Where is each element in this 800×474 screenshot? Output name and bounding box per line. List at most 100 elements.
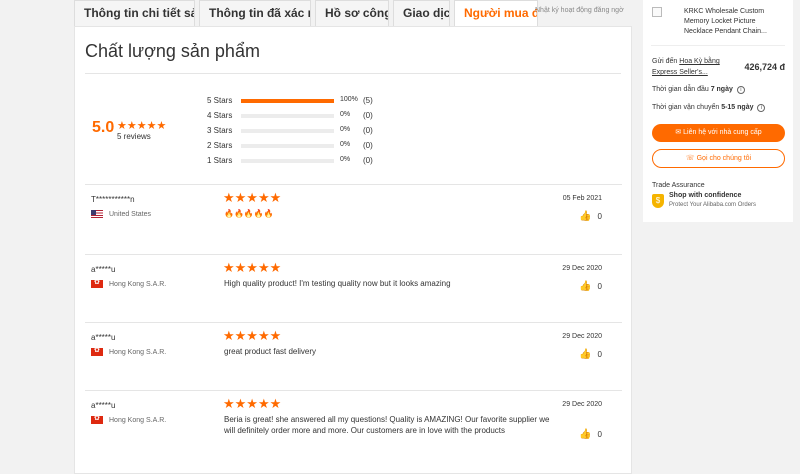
rating-row-5[interactable]: 5 Stars 100% (5) (207, 94, 507, 109)
reviewer-country: United States (91, 210, 151, 218)
thumbs-up-icon: 👍 (579, 429, 592, 440)
country-name: Hong Kong S.A.R. (109, 416, 167, 424)
lead-time: Thời gian dẫn đầu 7 ngày i (652, 86, 745, 94)
review-stars: ★★★★★ (223, 396, 282, 411)
rating-row-count: (0) (363, 126, 373, 135)
info-icon[interactable]: i (757, 104, 766, 112)
tab-bar: Thông tin chi tiết sản p... Thông tin đã… (74, 0, 542, 26)
reviewer-country: Hong Kong S.A.R. (91, 278, 167, 288)
tab-overlay-text: Nhật ký hoạt động đăng ngờ (535, 7, 624, 14)
review-item: a*****u Hong Kong S.A.R. ★★★★★ Beria is … (85, 390, 622, 474)
reviewer-country: Hong Kong S.A.R. (91, 414, 167, 424)
contact-supplier-button[interactable]: ✉ Liên hệ với nhà cung cấp (652, 124, 785, 142)
like-count: 0 (597, 282, 602, 291)
call-us-label: Gọi cho chúng tôi (696, 155, 752, 162)
like-button[interactable]: 👍 0 (579, 281, 602, 292)
like-button[interactable]: 👍 0 (579, 429, 602, 440)
rating-row-percent: 0% (340, 141, 351, 148)
tab-verified-info[interactable]: Thông tin đã xác minh (199, 0, 311, 26)
review-item: a*****u Hong Kong S.A.R. ★★★★★ great pro… (85, 322, 622, 390)
shipping-prefix: Gửi đến (652, 58, 680, 65)
country-name: Hong Kong S.A.R. (109, 280, 167, 288)
review-date: 29 Dec 2020 (562, 401, 602, 408)
transit-time: Thời gian vận chuyển 5-15 ngày i (652, 104, 766, 112)
rating-row-count: (0) (363, 111, 373, 120)
rating-row-4[interactable]: 4 Stars 0% (0) (207, 109, 507, 124)
rating-row-percent: 100% (340, 96, 358, 103)
like-button[interactable]: 👍 0 (579, 211, 602, 222)
mail-icon: ✉ (675, 129, 682, 136)
rating-row-label: 5 Stars (207, 96, 233, 105)
reviews-panel: Chất lượng sản phẩm 5.0 ★★★★★ 5 reviews … (74, 26, 632, 474)
rating-row-label: 1 Stars (207, 156, 233, 165)
rating-bar-track (241, 129, 334, 133)
review-stars: ★★★★★ (223, 260, 282, 275)
divider (651, 45, 785, 46)
transit-time-label: Thời gian vận chuyển (652, 104, 722, 111)
tab-buyer-reviews[interactable]: Người mua đánh giá (454, 0, 538, 26)
reviewer-name: a*****u (91, 401, 116, 410)
review-count: 5 reviews (117, 132, 151, 141)
rating-bar-fill (241, 99, 334, 103)
product-title[interactable]: KRKC Wholesale Custom Memory Locket Pict… (684, 7, 784, 37)
rating-row-1[interactable]: 1 Stars 0% (0) (207, 154, 507, 169)
tab-transactions[interactable]: Giao dịch (393, 0, 450, 26)
lead-time-value: 7 ngày (710, 86, 733, 93)
country-name: Hong Kong S.A.R. (109, 348, 167, 356)
hk-flag-icon (91, 414, 103, 424)
average-rating: 5.0 (92, 119, 115, 136)
like-count: 0 (597, 212, 602, 221)
shipping-destination: Gửi đến Hoa Kỳ bằng Express Seller's... (652, 56, 732, 78)
rating-row-label: 3 Stars (207, 126, 233, 135)
review-text: 🔥🔥🔥🔥🔥 (224, 209, 274, 218)
rating-summary: 5.0 ★★★★★ 5 reviews 5 Stars 100% (5) 4 S… (75, 74, 631, 184)
shop-confidence-title: Shop with confidence (669, 192, 742, 199)
phone-icon: ☏ (685, 155, 695, 162)
rating-row-label: 4 Stars (207, 111, 233, 120)
call-us-button[interactable]: ☏ Gọi cho chúng tôi (652, 149, 785, 168)
product-thumbnail[interactable] (652, 7, 662, 17)
rating-row-percent: 0% (340, 126, 351, 133)
thumbs-up-icon: 👍 (579, 349, 592, 360)
rating-row-percent: 0% (340, 111, 351, 118)
rating-row-3[interactable]: 3 Stars 0% (0) (207, 124, 507, 139)
review-item: T***********n United States ★★★★★ 🔥🔥🔥🔥🔥 … (85, 184, 622, 252)
us-flag-icon (91, 210, 103, 218)
like-button[interactable]: 👍 0 (579, 349, 602, 360)
protect-orders-text: Protect Your Alibaba.com Orders (669, 202, 757, 208)
section-title: Chất lượng sản phẩm (85, 41, 260, 61)
rating-row-label: 2 Stars (207, 141, 233, 150)
info-icon[interactable]: i (736, 86, 745, 94)
rating-bar-track (241, 159, 334, 163)
review-stars: ★★★★★ (223, 328, 282, 343)
rating-bar-track (241, 99, 334, 103)
review-text: great product fast delivery (224, 347, 317, 356)
thumbs-up-icon: 👍 (579, 211, 592, 222)
transit-time-value: 5-15 ngày (721, 104, 754, 111)
tab-product-details[interactable]: Thông tin chi tiết sản p... (74, 0, 195, 26)
review-date: 29 Dec 2020 (562, 333, 602, 340)
review-date: 05 Feb 2021 (562, 195, 602, 202)
rating-row-2[interactable]: 2 Stars 0% (0) (207, 139, 507, 154)
lead-time-label: Thời gian dẫn đầu (652, 86, 711, 93)
hk-flag-icon (91, 346, 103, 356)
rating-breakdown: 5 Stars 100% (5) 4 Stars 0% (0) 3 Stars … (207, 94, 507, 169)
product-card: KRKC Wholesale Custom Memory Locket Pict… (643, 0, 793, 222)
reviewer-name: T***********n (91, 195, 135, 204)
review-text: High quality product! I'm testing qualit… (224, 279, 451, 288)
reviewer-name: a*****u (91, 265, 116, 274)
reviewer-country: Hong Kong S.A.R. (91, 346, 167, 356)
thumbs-up-icon: 👍 (579, 281, 592, 292)
review-stars: ★★★★★ (223, 190, 282, 205)
rating-bar-track (241, 114, 334, 118)
shield-icon: $ (652, 194, 664, 208)
reviewer-name: a*****u (91, 333, 116, 342)
like-count: 0 (597, 350, 602, 359)
like-count: 0 (597, 430, 602, 439)
trade-assurance-label: Trade Assurance (652, 182, 705, 189)
review-item: a*****u Hong Kong S.A.R. ★★★★★ High qual… (85, 254, 622, 322)
tab-company-profile[interactable]: Hồ sơ công ty (315, 0, 389, 26)
rating-bar-track (241, 144, 334, 148)
rating-row-percent: 0% (340, 156, 351, 163)
contact-supplier-label: Liên hệ với nhà cung cấp (683, 129, 762, 136)
